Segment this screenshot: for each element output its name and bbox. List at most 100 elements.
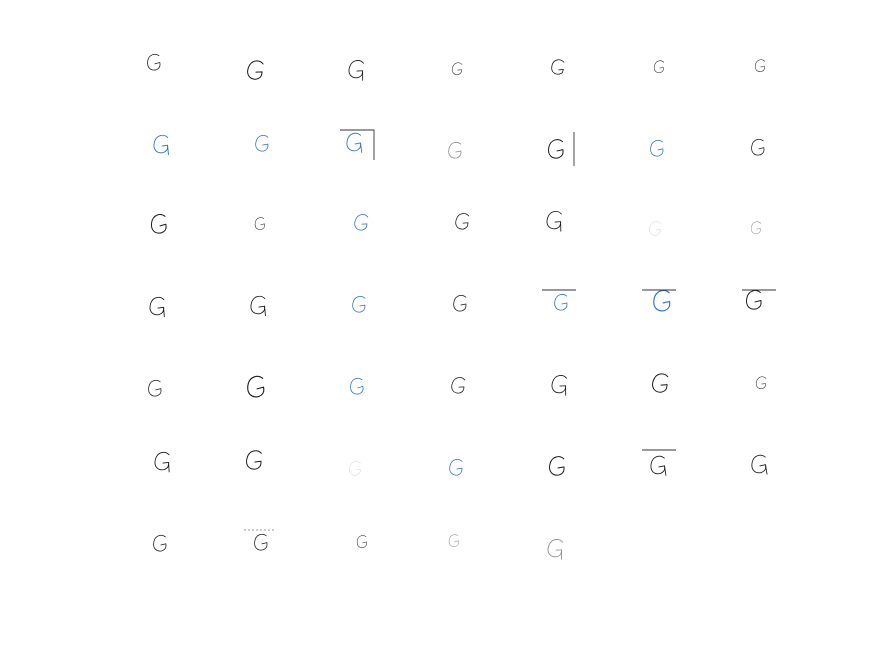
g-stroke xyxy=(546,211,562,230)
glyph-sample-24 xyxy=(328,276,388,336)
g-stroke xyxy=(349,461,361,476)
glyph-sample-40 xyxy=(528,436,588,496)
g-tail-stroke xyxy=(561,550,563,560)
handwritten-g-glyph xyxy=(455,213,470,230)
g-stroke xyxy=(750,221,762,234)
handwritten-g-glyph xyxy=(246,450,262,470)
g-tail-stroke xyxy=(664,466,667,476)
handwritten-g-glyph xyxy=(247,60,264,80)
glyph-sample-16 xyxy=(228,196,288,256)
g-tail-stroke xyxy=(765,465,768,475)
handwritten-g-glyph xyxy=(356,535,367,548)
handwritten-g-glyph xyxy=(147,53,161,71)
handwritten-g-glyph xyxy=(451,377,466,394)
glyph-sample-22 xyxy=(128,276,188,336)
handwritten-g-glyph xyxy=(250,295,266,317)
g-stroke xyxy=(755,376,767,389)
g-stroke xyxy=(554,293,568,311)
handwritten-g-glyph xyxy=(649,221,661,236)
g-stroke xyxy=(751,454,767,474)
glyph-sample-47 xyxy=(528,516,588,576)
glyph-sample-26 xyxy=(528,276,588,336)
glyph-sample-38 xyxy=(328,436,388,496)
g-stroke xyxy=(653,60,665,73)
handwritten-g-glyph xyxy=(451,62,463,75)
handwritten-g-glyph xyxy=(449,459,463,476)
handwritten-g-glyph xyxy=(650,139,664,157)
handwritten-g-glyph xyxy=(148,379,162,397)
glyph-sample-10 xyxy=(328,118,388,178)
handwritten-g-glyph xyxy=(652,373,669,393)
glyph-sample-43 xyxy=(128,516,188,576)
handwritten-g-glyph xyxy=(348,60,364,81)
g-stroke xyxy=(247,60,264,80)
handwritten-g-glyph xyxy=(244,529,274,551)
glyph-sample-31 xyxy=(328,356,388,416)
g-stroke xyxy=(448,141,462,159)
g-stroke xyxy=(255,135,269,152)
handwritten-g-glyph xyxy=(548,132,575,166)
g-stroke xyxy=(148,379,162,397)
handwritten-g-glyph xyxy=(551,375,567,396)
handwritten-g-glyph xyxy=(154,451,170,473)
g-stroke xyxy=(250,295,266,315)
handwritten-g-glyph xyxy=(546,211,562,232)
glyph-sample-2 xyxy=(228,38,288,98)
glyph-sample-grid xyxy=(0,0,875,656)
g-tail-stroke xyxy=(163,307,165,318)
glyph-sample-1 xyxy=(128,38,188,98)
g-stroke xyxy=(548,139,564,159)
g-stroke xyxy=(254,217,265,230)
g-stroke xyxy=(147,53,161,71)
glyph-sample-7 xyxy=(728,38,788,98)
handwritten-g-glyph xyxy=(453,295,467,312)
glyph-sample-18 xyxy=(428,196,488,256)
glyph-sample-20 xyxy=(628,196,688,256)
glyph-sample-37 xyxy=(228,436,288,496)
g-stroke xyxy=(551,375,567,394)
glyph-sample-34 xyxy=(628,356,688,416)
handwritten-g-glyph xyxy=(354,214,369,231)
handwritten-g-glyph xyxy=(551,59,565,75)
handwritten-g-glyph xyxy=(150,214,167,234)
handwritten-g-glyph xyxy=(750,221,762,234)
handwritten-g-glyph xyxy=(742,289,776,310)
handwritten-g-glyph xyxy=(754,59,766,72)
g-stroke xyxy=(650,455,666,475)
handwritten-g-glyph xyxy=(153,134,169,156)
handwritten-g-glyph xyxy=(247,375,265,398)
glyph-sample-28 xyxy=(728,276,788,336)
handwritten-g-glyph xyxy=(547,539,564,560)
g-tail-stroke xyxy=(168,462,170,473)
glyph-sample-25 xyxy=(428,276,488,336)
handwritten-g-glyph xyxy=(642,449,676,476)
glyph-sample-30 xyxy=(228,356,288,416)
handwritten-g-glyph xyxy=(340,129,375,160)
glyph-sample-42 xyxy=(728,436,788,496)
handwritten-g-glyph xyxy=(448,534,459,547)
glyph-sample-23 xyxy=(228,276,288,336)
glyph-sample-3 xyxy=(328,38,388,98)
handwritten-g-glyph xyxy=(350,377,364,395)
g-stroke xyxy=(451,377,466,394)
g-stroke xyxy=(150,214,167,234)
glyph-sample-45 xyxy=(328,516,388,576)
glyph-sample-27 xyxy=(628,276,688,336)
g-stroke xyxy=(650,139,664,157)
glyph-sample-32 xyxy=(428,356,488,416)
g-stroke xyxy=(354,214,369,231)
g-stroke xyxy=(350,377,364,395)
glyph-sample-41 xyxy=(628,436,688,496)
g-stroke xyxy=(448,534,459,547)
g-tail-stroke xyxy=(264,306,266,317)
g-stroke xyxy=(754,59,766,72)
g-stroke xyxy=(356,535,367,548)
g-stroke xyxy=(348,60,364,79)
handwritten-g-glyph xyxy=(254,217,265,230)
g-stroke xyxy=(247,375,265,398)
g-stroke xyxy=(153,134,169,154)
glyph-sample-39 xyxy=(428,436,488,496)
g-stroke xyxy=(149,296,165,316)
glyph-sample-17 xyxy=(328,196,388,256)
g-stroke xyxy=(551,59,565,75)
